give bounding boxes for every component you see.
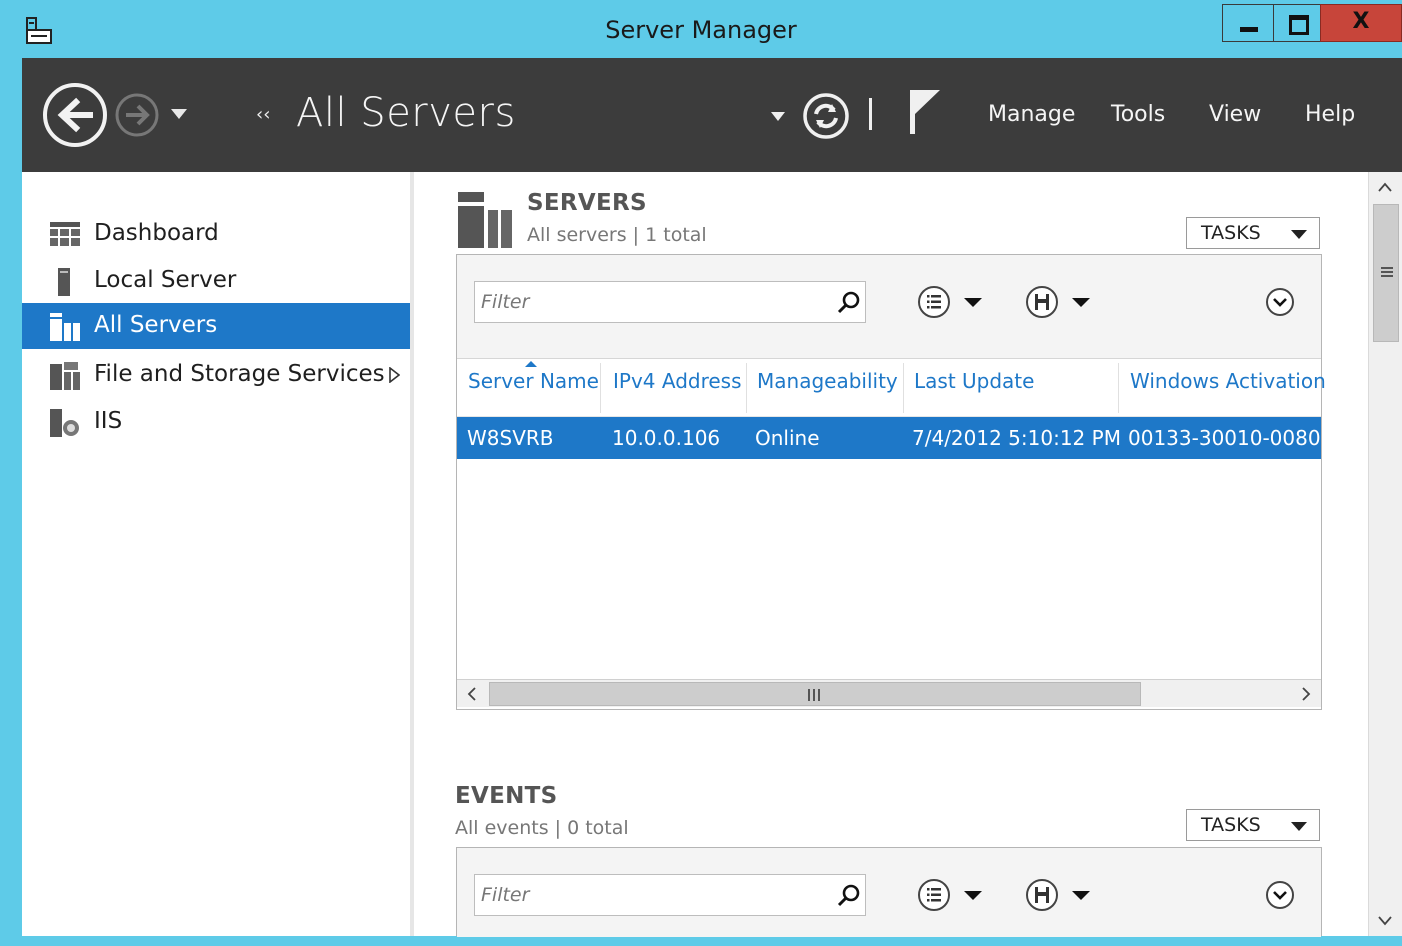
column-windows-activation[interactable]: Windows Activation <box>1130 369 1326 393</box>
maximize-button[interactable] <box>1273 4 1321 42</box>
sidebar-item-label: IIS <box>94 408 123 434</box>
servers-horizontal-scrollbar[interactable] <box>457 679 1321 707</box>
servers-filter-box[interactable] <box>474 281 866 323</box>
cell-server-name: W8SVRB <box>467 426 554 450</box>
scroll-down-icon[interactable] <box>1369 906 1402 936</box>
query-options-icon[interactable] <box>917 285 993 319</box>
servers-filter-input[interactable] <box>481 288 821 316</box>
close-icon: X <box>1352 9 1370 34</box>
column-divider[interactable] <box>903 363 904 413</box>
cell-windows-activation: 00133-30010-00805 <box>1128 426 1334 450</box>
servers-section-icon <box>458 192 512 248</box>
forward-arrow-icon[interactable] <box>114 92 160 138</box>
sidebar-item-file-storage[interactable]: File and Storage Services <box>22 352 410 398</box>
servers-section-title: SERVERS <box>527 190 647 216</box>
servers-section-subtitle: All servers | 1 total <box>527 224 707 246</box>
history-dropdown-icon[interactable] <box>170 108 188 120</box>
column-ipv4-address[interactable]: IPv4 Address <box>613 369 742 393</box>
search-icon[interactable] <box>837 883 861 907</box>
notifications-flag-icon[interactable] <box>908 88 942 136</box>
cell-manageability: Online <box>755 426 820 450</box>
sort-ascending-icon <box>525 361 537 367</box>
sidebar-item-label: Dashboard <box>94 220 219 246</box>
minimize-button[interactable] <box>1222 4 1274 42</box>
sidebar-nav: Dashboard Local Server All Servers File … <box>22 172 410 936</box>
servers-tasks-button[interactable]: TASKS <box>1186 217 1320 249</box>
column-divider[interactable] <box>600 363 601 413</box>
server-manager-window: Server Manager X ‹‹ All Servers Manage T… <box>0 0 1402 946</box>
events-section-title: EVENTS <box>455 783 558 809</box>
sidebar-item-label: Local Server <box>94 267 237 293</box>
main-content: SERVERS All servers | 1 total TASKS Filt… <box>414 172 1368 937</box>
horizontal-scroll-thumb[interactable] <box>489 682 1141 706</box>
chevron-down-icon <box>1291 822 1307 831</box>
sidebar-item-label: File and Storage Services <box>94 361 385 387</box>
content-vertical-scrollbar[interactable] <box>1368 172 1402 936</box>
column-divider[interactable] <box>1118 363 1119 413</box>
close-button[interactable]: X <box>1320 4 1402 42</box>
search-icon[interactable] <box>837 290 861 314</box>
menu-view[interactable]: View <box>1209 102 1261 127</box>
events-filter-input[interactable] <box>481 881 821 909</box>
scroll-left-icon[interactable] <box>457 680 487 708</box>
sidebar-item-label: All Servers <box>94 312 218 338</box>
sidebar-item-local-server[interactable]: Local Server <box>22 258 410 304</box>
save-query-icon[interactable] <box>1025 285 1101 319</box>
servers-panel: Server Name IPv4 Address Manageability L… <box>456 254 1333 710</box>
menu-help[interactable]: Help <box>1305 102 1355 127</box>
collapse-toggle-icon[interactable] <box>1265 287 1295 317</box>
header-bar: ‹‹ All Servers Manage Tools View Help <box>22 58 1402 172</box>
storage-icon <box>50 362 80 390</box>
page-title: All Servers <box>296 90 516 136</box>
tasks-label: TASKS <box>1201 222 1261 244</box>
grip-icon <box>808 689 820 701</box>
sidebar-item-all-servers[interactable]: All Servers <box>22 303 410 349</box>
menu-manage[interactable]: Manage <box>988 102 1075 127</box>
title-bar[interactable]: Server Manager X <box>0 0 1402 58</box>
column-last-update[interactable]: Last Update <box>914 369 1034 393</box>
events-filter-box[interactable] <box>474 874 866 916</box>
window-title: Server Manager <box>605 16 797 44</box>
scroll-up-icon[interactable] <box>1369 172 1402 202</box>
server-icon <box>58 268 70 296</box>
collapse-toggle-icon[interactable] <box>1265 880 1295 910</box>
events-toolbar <box>457 848 1321 937</box>
table-row[interactable]: W8SVRB 10.0.0.106 Online 7/4/2012 5:10:1… <box>457 417 1333 459</box>
servers-grid-header: Server Name IPv4 Address Manageability L… <box>457 359 1326 417</box>
column-divider[interactable] <box>746 363 747 413</box>
save-query-icon[interactable] <box>1025 878 1101 912</box>
grip-icon <box>1381 267 1393 277</box>
column-server-name[interactable]: Server Name <box>468 369 599 393</box>
sidebar-item-iis[interactable]: IIS <box>22 399 410 445</box>
refresh-icon[interactable] <box>802 92 850 140</box>
servers-toolbar <box>457 255 1321 359</box>
query-options-icon[interactable] <box>917 878 993 912</box>
dashboard-icon <box>50 222 80 246</box>
servers-icon <box>50 313 80 341</box>
column-manageability[interactable]: Manageability <box>757 369 898 393</box>
events-section-subtitle: All events | 0 total <box>455 817 629 839</box>
breadcrumb-dropdown-icon[interactable] <box>771 112 785 121</box>
menu-tools[interactable]: Tools <box>1111 102 1165 127</box>
scroll-right-icon[interactable] <box>1291 680 1321 708</box>
iis-icon <box>50 409 79 437</box>
back-arrow-icon[interactable] <box>42 82 108 148</box>
events-panel <box>456 847 1322 937</box>
vertical-scroll-thumb[interactable] <box>1373 204 1399 342</box>
tasks-label: TASKS <box>1201 814 1261 836</box>
chevron-down-icon <box>1291 230 1307 239</box>
header-separator <box>869 98 872 130</box>
breadcrumb-arrows-icon: ‹‹ <box>256 104 271 125</box>
cell-ipv4-address: 10.0.0.106 <box>612 426 721 450</box>
expand-arrow-icon[interactable] <box>388 367 400 383</box>
cell-last-update: 7/4/2012 5:10:12 PM <box>912 426 1121 450</box>
sidebar-item-dashboard[interactable]: Dashboard <box>22 211 410 257</box>
events-tasks-button[interactable]: TASKS <box>1186 809 1320 841</box>
